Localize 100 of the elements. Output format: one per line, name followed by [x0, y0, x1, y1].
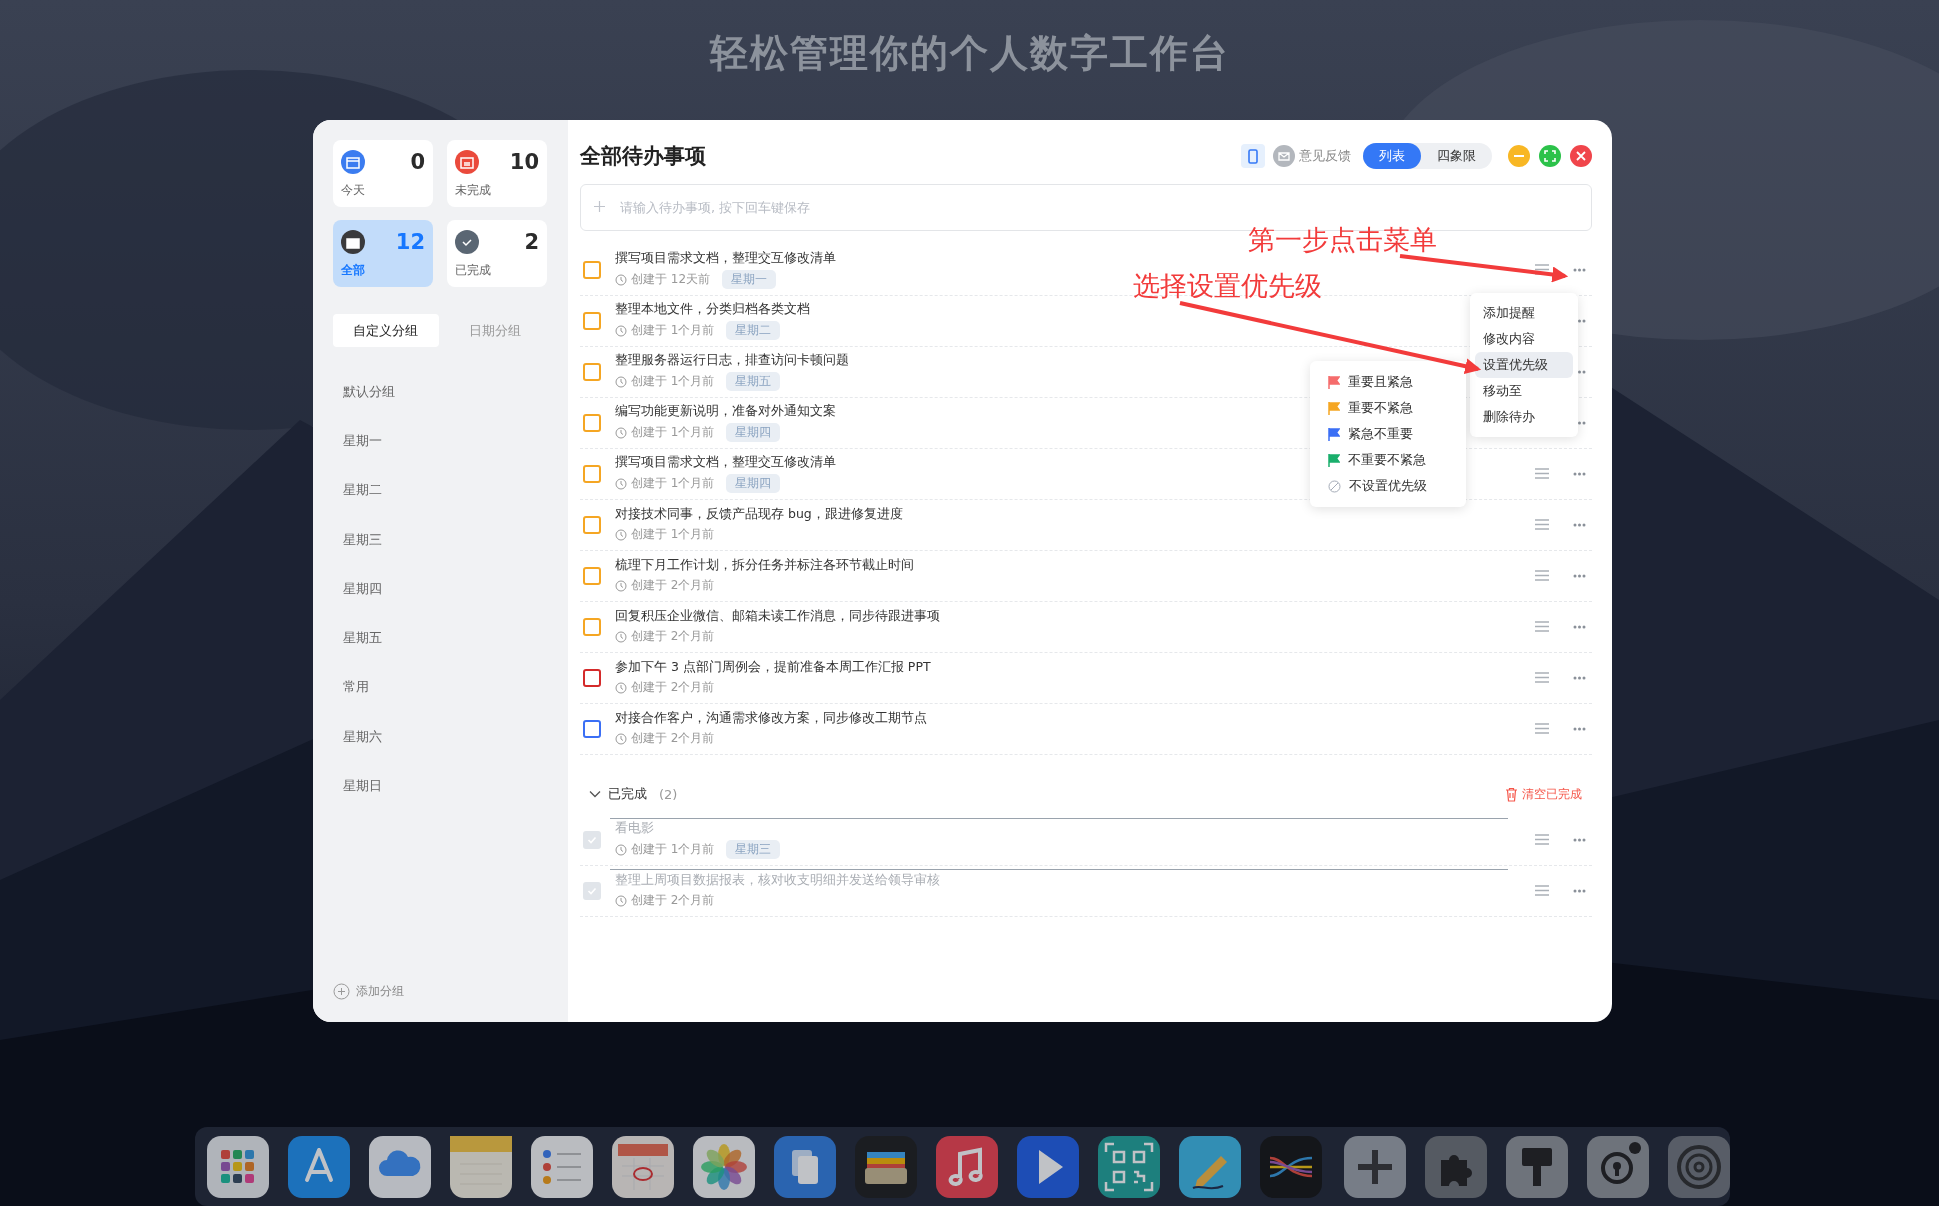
- app-grid-icon[interactable]: [207, 1135, 269, 1198]
- group-item[interactable]: 星期五: [343, 629, 382, 648]
- flower-icon[interactable]: [693, 1135, 755, 1198]
- documents-icon[interactable]: [774, 1135, 836, 1198]
- page-title: 轻松管理你的个人数字工作台: [708, 30, 1231, 77]
- created-time: 创建于 1个月前: [631, 841, 715, 858]
- group-item[interactable]: 星期二: [343, 481, 382, 500]
- drag-handle-icon[interactable]: [1535, 264, 1549, 275]
- pencil-icon[interactable]: [1179, 1135, 1241, 1198]
- menu-item[interactable]: 重要且紧急: [1320, 369, 1456, 395]
- menu-item[interactable]: 移动至: [1475, 378, 1573, 404]
- wallet-icon[interactable]: [855, 1135, 917, 1198]
- checkbox[interactable]: [583, 260, 601, 279]
- clock-icon: [615, 477, 627, 490]
- menu-item[interactable]: 紧急不重要: [1320, 421, 1456, 447]
- more-icon[interactable]: [1573, 888, 1586, 893]
- task-title: 参加下午 3 点部门周例会，提前准备本周工作汇报 PPT: [615, 659, 931, 676]
- stat-count: 2: [524, 230, 539, 254]
- created-time: 创建于 1个月前: [631, 424, 715, 441]
- more-icon[interactable]: [1573, 675, 1586, 680]
- play-icon[interactable]: [1017, 1135, 1079, 1198]
- drag-handle-icon[interactable]: [1535, 885, 1549, 896]
- maximize-button[interactable]: [1539, 145, 1561, 167]
- group-item[interactable]: 星期日: [343, 777, 382, 795]
- clock-icon: [615, 375, 627, 388]
- stat-card[interactable]: 2 已完成: [447, 220, 547, 287]
- checklist-icon[interactable]: [531, 1135, 593, 1198]
- mail-icon: [1273, 145, 1295, 167]
- music-note-icon[interactable]: [936, 1135, 998, 1198]
- trash-icon: [1505, 786, 1518, 802]
- checkbox[interactable]: [583, 668, 601, 687]
- calendar-icon[interactable]: [612, 1135, 674, 1198]
- checkbox[interactable]: [583, 617, 601, 636]
- checkbox[interactable]: [583, 719, 601, 738]
- more-icon[interactable]: [1573, 471, 1586, 476]
- network-lines-icon[interactable]: [1260, 1135, 1322, 1198]
- drag-handle-icon[interactable]: [1535, 723, 1549, 734]
- group-item[interactable]: 星期三: [343, 530, 382, 549]
- group-item[interactable]: 常用: [343, 678, 369, 697]
- drag-handle-icon[interactable]: [1535, 672, 1549, 683]
- puzzle-icon[interactable]: [1425, 1135, 1487, 1198]
- created-time: 创建于 2个月前: [631, 730, 715, 747]
- close-button[interactable]: [1570, 145, 1592, 167]
- stat-count: 10: [509, 150, 539, 174]
- drag-handle-icon[interactable]: [1535, 570, 1549, 581]
- group-item[interactable]: 星期一: [343, 431, 382, 450]
- menu-item[interactable]: 不设置优先级: [1320, 473, 1456, 499]
- more-icon[interactable]: [1573, 522, 1586, 527]
- cloud-icon[interactable]: [369, 1135, 431, 1198]
- menu-item[interactable]: 添加提醒: [1475, 300, 1573, 326]
- stat-card[interactable]: 10 未完成: [447, 140, 547, 207]
- menu-item[interactable]: 设置优先级: [1475, 352, 1573, 378]
- group-tag: 星期一: [722, 270, 777, 289]
- notepad-icon[interactable]: [450, 1135, 512, 1198]
- menu-item[interactable]: 删除待办: [1475, 404, 1573, 430]
- group-item[interactable]: 星期四: [343, 579, 382, 598]
- keyhole-icon[interactable]: [1587, 1135, 1649, 1198]
- created-time: 创建于 2个月前: [631, 892, 715, 909]
- more-icon[interactable]: [1573, 837, 1586, 842]
- drag-handle-icon[interactable]: [1535, 468, 1549, 479]
- checkbox[interactable]: [583, 413, 601, 432]
- view-tab[interactable]: 四象限: [1421, 143, 1492, 169]
- clock-icon: [615, 732, 627, 745]
- checkbox[interactable]: [583, 311, 601, 330]
- more-icon[interactable]: [1573, 573, 1586, 578]
- phone-button[interactable]: [1241, 144, 1265, 168]
- stat-card[interactable]: 0 今天: [333, 140, 433, 207]
- view-tab[interactable]: 列表: [1363, 143, 1421, 169]
- drag-handle-icon[interactable]: [1535, 834, 1549, 845]
- menu-item[interactable]: 不重要不紧急: [1320, 447, 1456, 473]
- menu-item[interactable]: 重要不紧急: [1320, 395, 1456, 421]
- group-item[interactable]: 默认分组: [343, 382, 395, 401]
- plus-circle-icon: [333, 983, 350, 1000]
- checkbox[interactable]: [583, 362, 601, 381]
- phone-icon: [1248, 148, 1258, 164]
- more-icon[interactable]: [1573, 726, 1586, 731]
- group-item[interactable]: 星期六: [343, 727, 382, 746]
- drag-handle-icon[interactable]: [1535, 621, 1549, 632]
- task-title: 梳理下月工作计划，拆分任务并标注各环节截止时间: [615, 557, 914, 574]
- created-time: 创建于 2个月前: [631, 577, 715, 594]
- feedback-button[interactable]: 意见反馈: [1273, 145, 1351, 167]
- more-icon[interactable]: [1573, 624, 1586, 629]
- plus-icon[interactable]: [1344, 1135, 1406, 1198]
- group-mode-tab[interactable]: 自定义分组: [333, 314, 439, 347]
- checkbox[interactable]: [583, 515, 601, 534]
- task-title: 对接合作客户，沟通需求修改方案，同步修改工期节点: [615, 710, 927, 727]
- expand-icon: [1544, 150, 1556, 162]
- created-time: 创建于 2个月前: [631, 679, 715, 696]
- task-title: 编写功能更新说明，准备对外通知文案: [615, 403, 836, 420]
- plus-icon: [594, 201, 605, 212]
- checkbox[interactable]: [583, 566, 601, 585]
- menu-item[interactable]: 修改内容: [1475, 326, 1573, 352]
- drag-handle-icon[interactable]: [1535, 519, 1549, 530]
- more-icon[interactable]: [1573, 267, 1586, 272]
- clock-icon: [615, 843, 627, 856]
- check-icon: [587, 885, 597, 896]
- qr-code-icon[interactable]: [1098, 1135, 1160, 1198]
- clock-icon: [615, 894, 627, 907]
- minimize-button[interactable]: [1508, 145, 1530, 167]
- checkbox[interactable]: [583, 464, 601, 483]
